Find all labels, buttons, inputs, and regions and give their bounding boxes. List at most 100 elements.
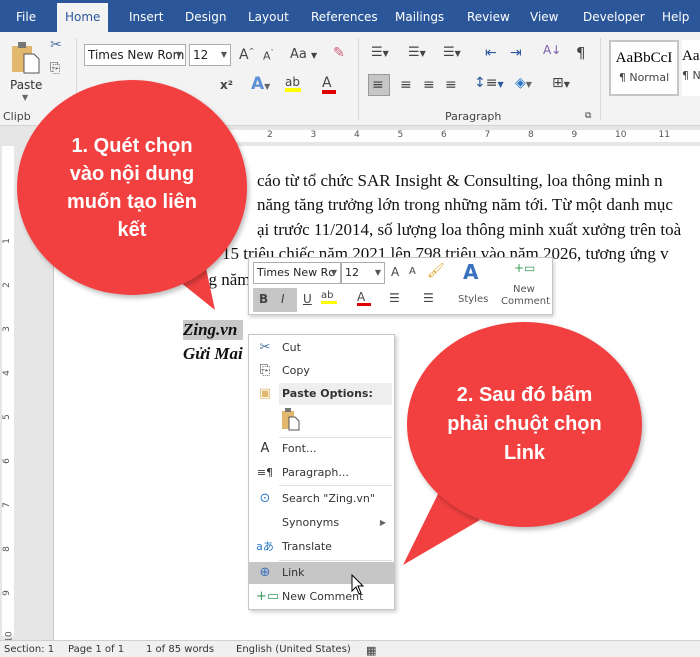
translate-icon: aあ — [256, 540, 274, 553]
ruler-tick-label: 3 — [310, 130, 317, 140]
ruler-tick-label: 8 — [528, 130, 534, 140]
tab-insert[interactable]: Insert — [121, 0, 171, 32]
menu-item-synonyms[interactable]: Synonyms ▶ — [249, 512, 394, 534]
menu-item-search[interactable]: ⊙ Search "Zing.vn" — [249, 488, 394, 510]
align-left-button[interactable]: ≡ — [368, 74, 390, 96]
style-no-spacing[interactable]: Aa ¶ N — [682, 40, 700, 96]
tab-home[interactable]: Home — [57, 3, 109, 32]
copy-icon[interactable]: ⎘ — [50, 62, 60, 75]
doc-line: ại trước 11/2014, số lượng loa thông min… — [257, 220, 682, 239]
doc-line: cáo từ tổ chức SAR Insight & Consulting,… — [257, 171, 663, 190]
menu-item-paste-options: ▣ Paste Options: — [249, 383, 394, 405]
menu-item-paragraph[interactable]: ≡¶ Paragraph... — [249, 462, 394, 484]
ruler-tick-label: 6 — [441, 130, 447, 140]
shading-icon[interactable]: ◈▼ — [515, 76, 532, 90]
font-name-combo[interactable]: Times New Rom ▼ — [84, 44, 186, 66]
ruler-tick-label: 4 — [354, 130, 360, 140]
ruler-tick-label: 2 — [1, 282, 12, 288]
grow-font-icon[interactable]: A^ — [239, 48, 254, 62]
scissors-icon[interactable]: ✂ — [50, 38, 62, 52]
clear-formatting-icon[interactable]: ✎ — [333, 46, 345, 60]
numbering-icon[interactable]: ☰ — [423, 292, 434, 304]
chevron-down-icon: ▼ — [22, 93, 29, 102]
ruler-tick-label: 9 — [1, 590, 12, 596]
mini-toolbar: Times New Rc ▼ 12 ▼ A A 🖌 A Styles +▭ New … — [248, 257, 553, 315]
new-comment-icon[interactable]: +▭ — [514, 262, 535, 274]
menu-item-translate[interactable]: aあ Translate — [249, 536, 394, 558]
style-normal[interactable]: AaBbCcI ¶ Normal — [609, 40, 679, 96]
ruler-tick-label: 2 — [267, 130, 273, 140]
paste-keep-formatting-button[interactable] — [281, 407, 303, 433]
scissors-icon: ✂ — [259, 340, 271, 355]
tab-review[interactable]: Review — [459, 0, 518, 32]
justify-button[interactable]: ≡ — [445, 78, 457, 92]
menu-item-link[interactable]: ⊕ Link — [249, 562, 394, 584]
italic-button[interactable]: I — [281, 293, 285, 305]
menu-item-copy[interactable]: ⎘ Copy — [249, 360, 394, 382]
menu-item-cut[interactable]: ✂ Cut — [249, 337, 394, 359]
ruler-tick-label: 10 — [615, 130, 627, 140]
tab-mailings[interactable]: Mailings — [387, 0, 452, 32]
mini-font-size[interactable]: 12 ▼ — [341, 262, 385, 284]
line-spacing-icon[interactable]: ↕≡▼ — [474, 76, 504, 90]
status-words[interactable]: 1 of 85 words — [146, 644, 214, 655]
context-menu: ✂ Cut ⎘ Copy ▣ Paste Options: A Font... ≡¶ Pa… — [248, 334, 395, 610]
doc-line: Gửi Mai — [183, 344, 243, 363]
doc-line: năng tăng trưởng lớn trong những năm tới… — [257, 195, 673, 214]
selected-text[interactable]: Zing.vn — [183, 320, 244, 340]
new-comment-label: Comment — [501, 296, 550, 307]
tab-file[interactable]: File — [8, 0, 44, 32]
ruler-tick-label: 7 — [1, 502, 12, 508]
align-center-button[interactable]: ≡ — [400, 78, 412, 92]
font-color-icon[interactable]: A — [322, 76, 336, 94]
underline-button[interactable]: U — [303, 293, 312, 305]
numbering-icon[interactable]: ☰▼ — [408, 46, 426, 59]
menu-item-font[interactable]: A Font... — [249, 438, 394, 460]
ruler-tick-label: 4 — [1, 370, 12, 376]
tab-developer[interactable]: Developer — [575, 0, 653, 32]
change-case-button[interactable]: Aa ▼ — [290, 48, 317, 61]
show-marks-icon[interactable]: ¶ — [576, 46, 586, 61]
tab-layout[interactable]: Layout — [240, 0, 297, 32]
ribbon-tabs: File Home Insert Design Layout Reference… — [0, 0, 700, 32]
bold-button[interactable]: B — [259, 293, 268, 305]
format-painter-icon[interactable]: 🖌 — [427, 264, 445, 278]
sort-icon[interactable]: A↓ — [543, 44, 561, 56]
status-section[interactable]: Section: 1 — [4, 644, 54, 655]
align-right-button[interactable]: ≡ — [423, 78, 435, 92]
tab-view[interactable]: View — [522, 0, 566, 32]
paste-icon: ▣ — [258, 386, 272, 401]
font-color-icon[interactable]: A — [357, 291, 371, 306]
macro-recording-icon[interactable]: ▦ — [366, 644, 376, 657]
paste-button[interactable]: Paste ▼ — [6, 38, 46, 102]
text-effects-icon[interactable]: A▼ — [251, 76, 270, 93]
bullets-icon[interactable]: ☰▼ — [371, 46, 389, 59]
styles-icon[interactable]: A — [463, 262, 478, 282]
dialog-launcher-icon[interactable]: ⧉ — [585, 112, 591, 121]
highlight-icon[interactable]: ab — [321, 291, 337, 304]
style-name: ¶ N — [682, 69, 700, 82]
ruler-tick-label: 11 — [658, 130, 670, 140]
bullets-icon[interactable]: ☰ — [389, 292, 400, 304]
shrink-font-icon[interactable]: Aˇ — [263, 50, 274, 62]
shrink-font-icon[interactable]: A — [409, 267, 416, 277]
tab-help[interactable]: Help — [654, 0, 697, 32]
borders-icon[interactable]: ⊞▼ — [552, 76, 570, 90]
vertical-ruler[interactable]: 1 2 3 4 5 6 7 8 9 10 — [1, 146, 15, 643]
tab-references[interactable]: References — [303, 0, 386, 32]
highlight-icon[interactable]: ab — [285, 76, 301, 92]
ruler-tick-label: 1 — [1, 238, 12, 244]
mini-font-name[interactable]: Times New Rc ▼ — [253, 262, 341, 284]
multilevel-list-icon[interactable]: ☰▼ — [443, 46, 461, 59]
grow-font-icon[interactable]: A — [391, 266, 399, 278]
status-language[interactable]: English (United States) — [236, 644, 351, 655]
superscript-icon[interactable]: x² — [220, 79, 233, 91]
font-size-combo[interactable]: 12 ▼ — [189, 44, 231, 66]
increase-indent-icon[interactable]: ⇥ — [510, 46, 522, 60]
menu-item-new-comment[interactable]: +▭ New Comment — [249, 586, 394, 608]
tab-design[interactable]: Design — [177, 0, 234, 32]
status-page[interactable]: Page 1 of 1 — [68, 644, 124, 655]
style-preview: AaBbCcI — [615, 50, 673, 66]
decrease-indent-icon[interactable]: ⇤ — [485, 46, 497, 60]
ruler-tick-label: 8 — [1, 546, 12, 552]
